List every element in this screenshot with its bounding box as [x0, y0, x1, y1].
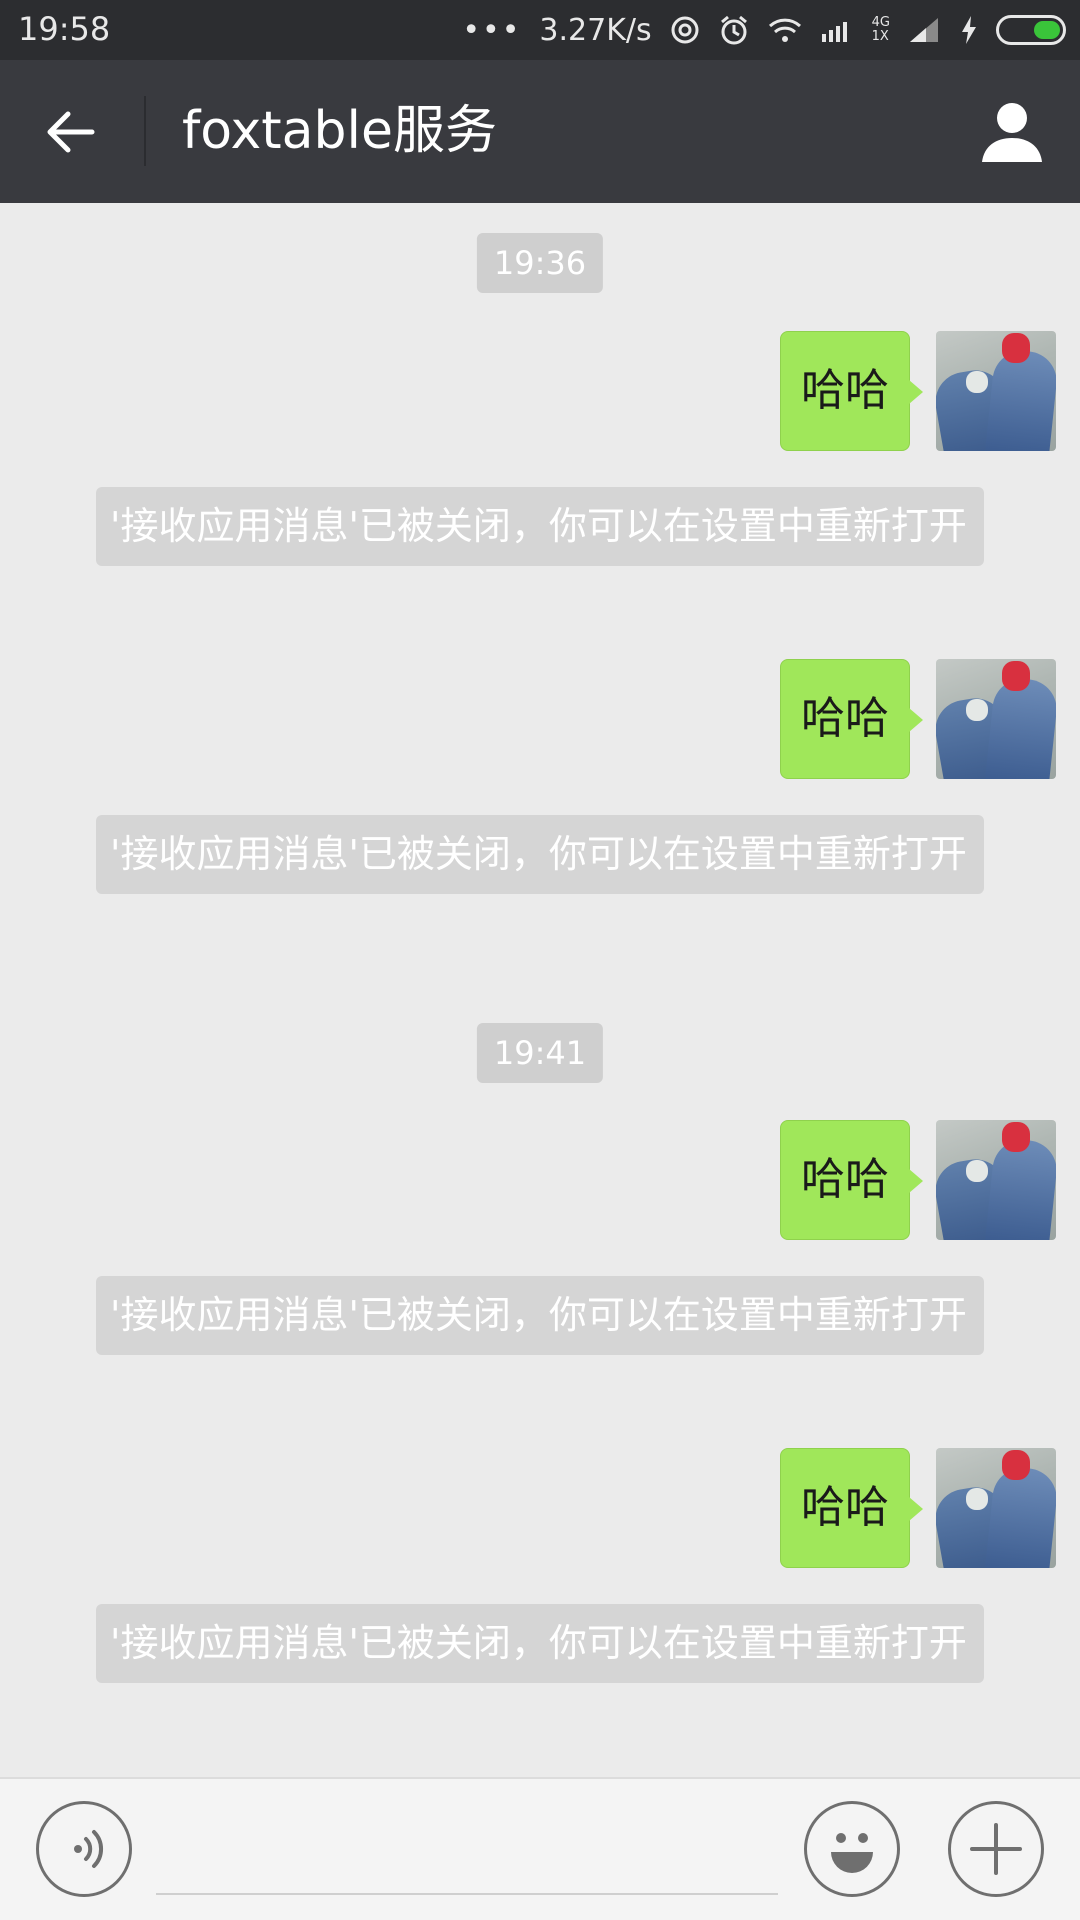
avatar[interactable] [936, 1120, 1056, 1240]
system-note: '接收应用消息'已被关闭，你可以在设置中重新打开 [96, 487, 984, 566]
charging-icon [962, 16, 976, 44]
avatar[interactable] [936, 331, 1056, 451]
outgoing-message: 哈哈 [0, 331, 1080, 451]
arrow-left-icon [47, 111, 95, 153]
signal-icon-2 [910, 18, 938, 42]
smile-icon [831, 1833, 873, 1873]
plus-icon [970, 1823, 1022, 1875]
notification-dots: ••• [462, 12, 522, 48]
chat-area[interactable]: 19:36 哈哈 '接收应用消息'已被关闭，你可以在设置中重新打开 哈哈 '接收… [0, 203, 1080, 1777]
net-speed: 3.27K/s [539, 12, 652, 48]
message-bubble[interactable]: 哈哈 [780, 659, 923, 779]
person-icon [982, 103, 1042, 162]
more-button[interactable] [948, 1801, 1044, 1897]
voice-button[interactable] [36, 1801, 132, 1897]
wifi-icon [768, 18, 801, 42]
message-input[interactable] [156, 1809, 778, 1895]
outgoing-message: 哈哈 [0, 1448, 1080, 1568]
net-sub-label: 1X [871, 29, 889, 44]
title-bar: foxtable服务 [0, 60, 1080, 203]
voice-icon [74, 1830, 104, 1868]
timestamp: 19:36 [476, 233, 604, 293]
system-note: '接收应用消息'已被关闭，你可以在设置中重新打开 [96, 815, 984, 894]
back-button[interactable] [40, 100, 104, 164]
status-time: 19:58 [18, 10, 111, 48]
status-icons: ••• 3.27K/s 4G 1X [462, 8, 1066, 52]
network-type: 4G 1X [872, 16, 890, 44]
alarm-icon [720, 15, 747, 45]
message-bubble[interactable]: 哈哈 [780, 1120, 923, 1240]
message-bubble[interactable]: 哈哈 [780, 331, 923, 451]
avatar[interactable] [936, 1448, 1056, 1568]
signal-icon [821, 22, 847, 42]
battery-icon [996, 15, 1066, 45]
title-divider [144, 96, 146, 166]
status-bar: 19:58 ••• 3.27K/s 4G 1X [0, 0, 1080, 60]
system-note: '接收应用消息'已被关闭，你可以在设置中重新打开 [96, 1276, 984, 1355]
hotspot-icon [671, 16, 699, 44]
net-type-label: 4G [871, 15, 890, 30]
input-bar [0, 1777, 1080, 1920]
message-bubble[interactable]: 哈哈 [780, 1448, 923, 1568]
system-note: '接收应用消息'已被关闭，你可以在设置中重新打开 [96, 1604, 984, 1683]
profile-button[interactable] [980, 100, 1044, 164]
emoji-button[interactable] [804, 1801, 900, 1897]
outgoing-message: 哈哈 [0, 659, 1080, 779]
avatar[interactable] [936, 659, 1056, 779]
outgoing-message: 哈哈 [0, 1120, 1080, 1240]
page-title: foxtable服务 [182, 101, 497, 161]
timestamp: 19:41 [476, 1023, 604, 1083]
